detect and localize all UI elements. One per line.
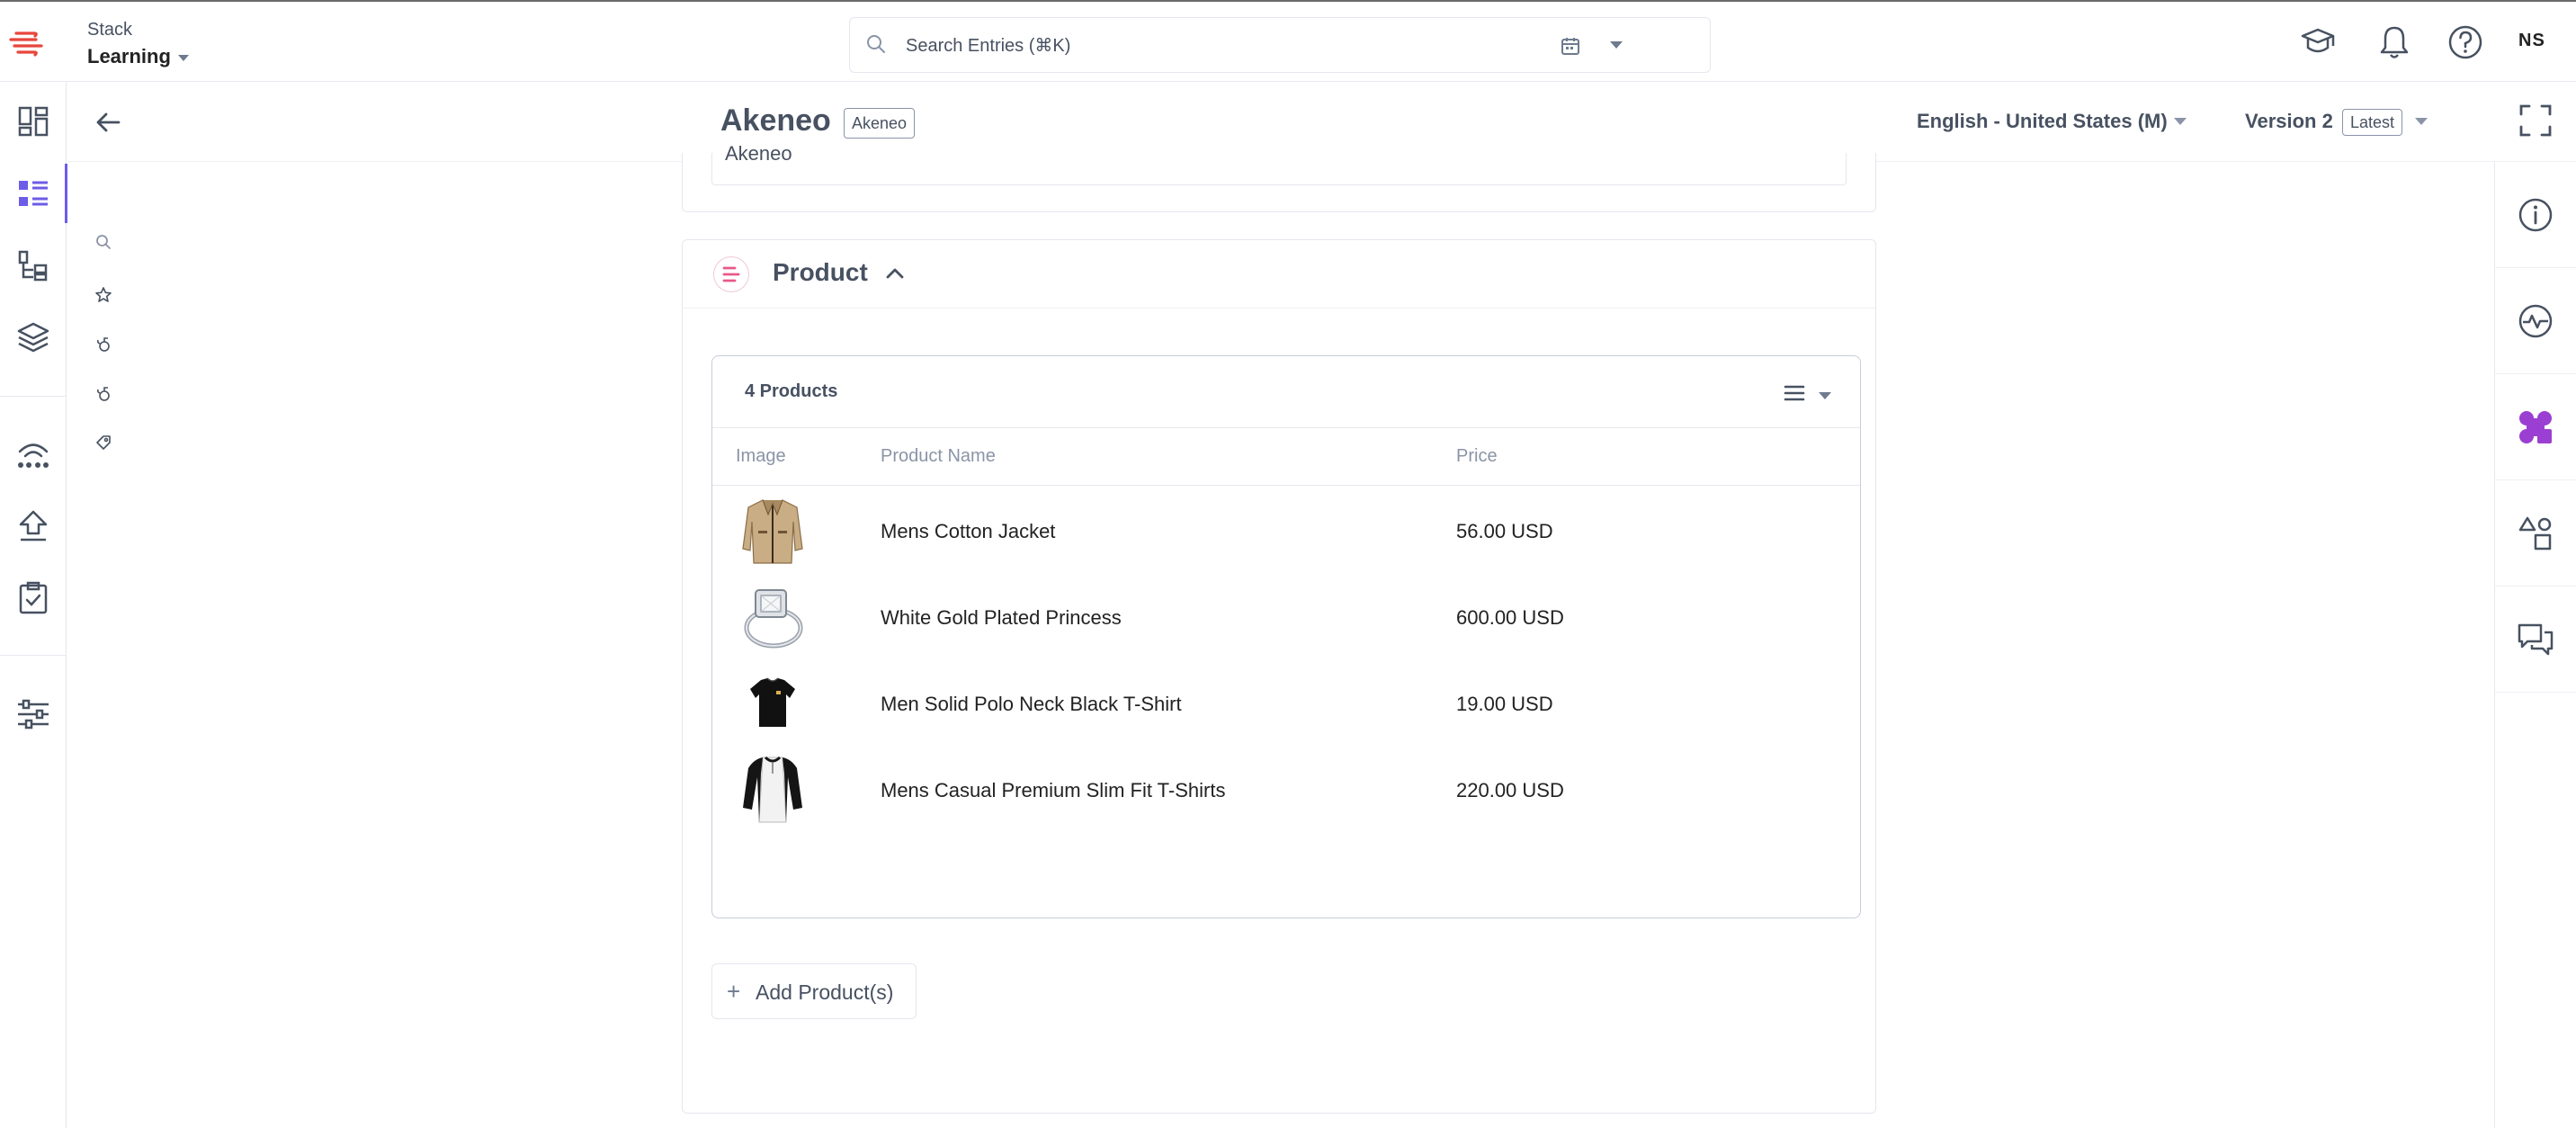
column-header-image: Image	[736, 446, 786, 466]
assets-layers-icon[interactable]	[0, 308, 67, 367]
shapes-widgets-icon[interactable]	[2494, 480, 2576, 586]
product-price: 600.00 USD	[1456, 606, 1564, 629]
top-header: Stack Learning NS	[0, 0, 2576, 82]
add-products-label: Add Product(s)	[756, 980, 894, 1004]
list-view-menu-icon[interactable]	[1783, 383, 1806, 407]
title-field-value: Akeneo	[725, 142, 792, 165]
product-name: Mens Cotton Jacket	[881, 520, 1056, 542]
ring-thumbnail	[736, 581, 809, 653]
column-header-product-name: Product Name	[881, 446, 996, 466]
locale-chevron-down-icon[interactable]	[2174, 118, 2187, 125]
stack-switcher[interactable]: Learning	[87, 45, 189, 68]
dashboard-icon[interactable]	[0, 92, 67, 151]
products-table: 4 Products Image Product Name Price Mens…	[711, 355, 1861, 918]
calendar-icon[interactable]	[1561, 36, 1580, 60]
version-selector[interactable]: Version 2	[2245, 110, 2333, 133]
star-icon[interactable]	[94, 285, 113, 305]
entry-header	[67, 83, 2576, 162]
tasks-clipboard-icon[interactable]	[0, 568, 67, 628]
back-arrow-icon[interactable]	[94, 110, 122, 139]
product-price: 220.00 USD	[1456, 779, 1564, 801]
fullscreen-expand-icon[interactable]	[2518, 103, 2553, 142]
product-name: White Gold Plated Princess	[881, 606, 1122, 629]
search-filter-dropdown-icon[interactable]	[1610, 41, 1623, 49]
contentstack-logo-icon[interactable]	[7, 27, 45, 59]
releases-broadcast-icon[interactable]	[0, 425, 67, 484]
entries-icon[interactable]	[0, 164, 67, 223]
black-tshirt-thumbnail	[736, 667, 809, 739]
branch-name: Learning	[87, 45, 171, 67]
publish-queue-icon[interactable]	[0, 497, 67, 556]
version-chevron-down-icon[interactable]	[2415, 118, 2428, 125]
product-price: 56.00 USD	[1456, 520, 1553, 542]
chevron-up-icon[interactable]	[885, 265, 905, 284]
user-avatar[interactable]: NS	[2518, 31, 2545, 51]
table-row[interactable]: Men Solid Polo Neck Black T-Shirt 19.00 …	[712, 660, 1860, 747]
stack-name[interactable]: Stack	[87, 20, 132, 40]
academy-icon[interactable]	[2297, 22, 2339, 63]
activity-pulse-icon[interactable]	[2494, 268, 2576, 374]
title-field-card: Akeneo	[682, 142, 1876, 212]
plus-icon: +	[727, 978, 741, 1005]
view-options-chevron-down-icon[interactable]	[1819, 392, 1831, 399]
search-input[interactable]	[904, 29, 1534, 63]
notifications-bell-icon[interactable]	[2374, 22, 2415, 63]
product-field-header: Product	[683, 240, 1875, 309]
table-row[interactable]: White Gold Plated Princess 600.00 USD	[712, 574, 1860, 660]
products-table-header: 4 Products	[712, 356, 1860, 428]
latest-version-badge: Latest	[2342, 109, 2403, 136]
add-products-button[interactable]: + Add Product(s)	[711, 963, 917, 1019]
field-search-icon[interactable]	[94, 232, 113, 252]
comments-icon[interactable]	[2494, 586, 2576, 693]
products-count: 4 Products	[745, 381, 838, 401]
content-type-badge: Akeneo	[844, 108, 916, 139]
locale-selector[interactable]: English - United States (M)	[1917, 110, 2168, 133]
help-icon[interactable]	[2445, 22, 2486, 63]
product-price: 19.00 USD	[1456, 693, 1553, 715]
product-field-card: Product 4 Products Image Product Name Pr…	[682, 239, 1876, 1114]
entry-info-icon[interactable]	[2494, 162, 2576, 268]
raglan-tshirt-thumbnail	[736, 754, 809, 826]
product-name: Men Solid Polo Neck Black T-Shirt	[881, 693, 1182, 715]
search-icon	[866, 34, 886, 58]
app-extension-icon[interactable]	[2494, 374, 2576, 480]
content-models-icon[interactable]	[0, 236, 67, 295]
search-bar[interactable]	[849, 17, 1711, 73]
reference-field-icon	[713, 256, 749, 292]
left-navigation	[0, 82, 67, 1128]
extension-icon[interactable]	[94, 335, 113, 354]
jacket-thumbnail	[736, 495, 809, 567]
product-field-label: Product	[773, 258, 868, 286]
chevron-down-icon	[177, 54, 189, 61]
product-name: Mens Casual Premium Slim Fit T-Shirts	[881, 779, 1226, 801]
entry-title: Akeneo	[720, 103, 831, 138]
extension-icon[interactable]	[94, 384, 113, 404]
table-column-headers: Image Product Name Price	[712, 428, 1860, 486]
column-header-price: Price	[1456, 446, 1498, 466]
table-row[interactable]: Mens Casual Premium Slim Fit T-Shirts 22…	[712, 747, 1860, 833]
table-row[interactable]: Mens Cotton Jacket 56.00 USD	[712, 488, 1860, 574]
tag-icon[interactable]	[94, 433, 113, 452]
title-field-input[interactable]: Akeneo	[711, 142, 1847, 185]
settings-sliders-icon[interactable]	[0, 685, 67, 744]
